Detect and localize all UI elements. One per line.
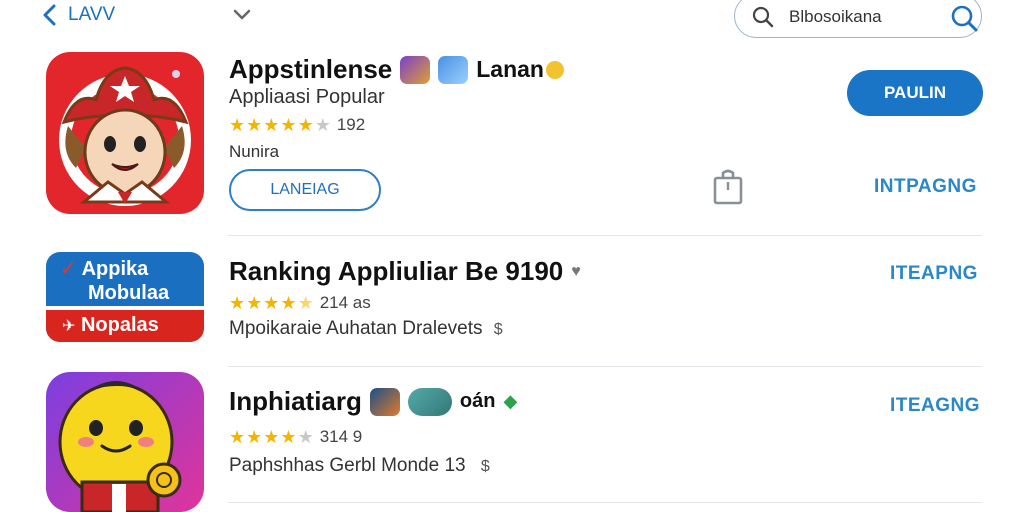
leaf-icon: ◆ bbox=[503, 391, 518, 411]
app-title-text: Appstinlense bbox=[229, 54, 393, 84]
app-title-extra: oán bbox=[459, 390, 496, 412]
star-icon: ★ bbox=[297, 427, 314, 447]
app-title-extra: Lanan bbox=[476, 56, 544, 82]
app-icon-mobulaa[interactable]: ✓ Appika Mobulaa ✈ Nopalas bbox=[46, 252, 204, 342]
rating-count: 214 as bbox=[319, 293, 371, 312]
cowboy-icon bbox=[59, 66, 191, 206]
currency-icon: $ bbox=[480, 458, 490, 475]
star-icon: ★ bbox=[297, 115, 314, 135]
back-button[interactable]: LAVV bbox=[40, 4, 115, 26]
tool-badge-icon bbox=[369, 387, 400, 416]
app-meta: Mpoikaraie Auhatan Dralevets $ bbox=[229, 318, 503, 340]
star-icon: ★ bbox=[229, 115, 246, 135]
app-icon-cowboy[interactable] bbox=[46, 52, 204, 214]
star-icon: ★ bbox=[229, 427, 246, 447]
star-icon: ★ bbox=[263, 293, 280, 313]
icon-separator bbox=[46, 306, 204, 310]
chevron-left-icon bbox=[43, 4, 56, 26]
action-link[interactable]: INTPAGNG bbox=[874, 176, 977, 198]
heart-icon: ♥ bbox=[571, 262, 581, 280]
app-title[interactable]: Ranking Appliuliar Be 9190 ♥ bbox=[229, 256, 581, 287]
star-icon: ★ bbox=[246, 293, 263, 313]
app-meta-text: Paphshhas Gerbl Monde 13 bbox=[229, 455, 466, 476]
currency-icon: $ bbox=[493, 321, 503, 338]
icon-line-2: Mobulaa bbox=[88, 282, 170, 304]
divider bbox=[228, 366, 982, 367]
app-rating: ★ ★ ★ ★ ★ ★ 192 bbox=[229, 115, 365, 135]
blue-badge-icon bbox=[438, 55, 469, 84]
star-icon: ★ bbox=[246, 427, 263, 447]
chevron-down-icon[interactable] bbox=[232, 8, 252, 22]
app-title[interactable]: Appstinlense Lanan bbox=[229, 54, 564, 85]
star-icon: ★ bbox=[297, 293, 314, 313]
star-icon: ★ bbox=[263, 115, 280, 135]
search-input[interactable]: Blbosoikana bbox=[789, 7, 882, 27]
purple-badge-icon bbox=[400, 55, 431, 84]
rating-count: 192 bbox=[336, 115, 366, 134]
mascot-icon bbox=[58, 381, 182, 512]
app-title-text: Inphiatiarg bbox=[229, 386, 362, 416]
app-meta: Paphshhas Gerbl Monde 13 $ bbox=[229, 455, 490, 477]
app-title[interactable]: Inphiatiarg oán ◆ bbox=[229, 386, 517, 417]
divider bbox=[228, 502, 982, 503]
star-icon: ★ bbox=[229, 293, 246, 313]
open-button[interactable]: LANEIAG bbox=[229, 169, 381, 211]
action-link[interactable]: ITEAGNG bbox=[890, 395, 980, 417]
star-icon: ★ bbox=[280, 293, 297, 313]
app-rating: ★ ★ ★ ★ ★ 214 as bbox=[229, 293, 371, 313]
icon-footer: ✈ Nopalas bbox=[62, 314, 159, 336]
search-field[interactable]: Blbosoikana bbox=[734, 0, 982, 38]
get-button[interactable]: PAULIN bbox=[847, 70, 983, 116]
app-icon-mascot[interactable] bbox=[46, 372, 204, 512]
divider bbox=[228, 235, 982, 236]
app-meta-text: Mpoikaraie Auhatan Dralevets bbox=[229, 318, 483, 339]
shopping-bag-icon[interactable] bbox=[712, 168, 744, 206]
search-submit-icon[interactable] bbox=[949, 3, 979, 33]
toggle-badge-icon bbox=[407, 387, 452, 416]
star-icon: ★ bbox=[314, 115, 331, 135]
star-icon: ★ bbox=[280, 115, 297, 135]
star-icon: ★ bbox=[263, 427, 280, 447]
app-rating: ★ ★ ★ ★ ★ 314 9 bbox=[229, 427, 362, 447]
star-rating: ★ ★ ★ ★ ★ bbox=[229, 428, 314, 446]
top-bar: LAVV Blbosoikana bbox=[0, 0, 1024, 38]
icon-line-1: Appika bbox=[81, 258, 149, 280]
star-icon: ★ bbox=[280, 427, 297, 447]
app-meta: Nunira bbox=[229, 142, 280, 161]
star-rating: ★ ★ ★ ★ ★ ★ bbox=[229, 116, 331, 134]
star-rating: ★ ★ ★ ★ ★ bbox=[229, 294, 314, 312]
icon-title: ✓ Appika bbox=[60, 258, 149, 280]
emoji-icon bbox=[545, 60, 564, 79]
app-title-text: Ranking Appliuliar Be 9190 bbox=[229, 256, 564, 286]
app-subtitle: Appliaasi Popular bbox=[229, 86, 385, 108]
search-icon bbox=[752, 6, 774, 28]
star-icon: ★ bbox=[246, 115, 263, 135]
back-label: LAVV bbox=[68, 4, 116, 25]
rating-count: 314 9 bbox=[319, 427, 363, 446]
icon-line-3: Nopalas bbox=[80, 314, 159, 336]
action-link[interactable]: ITEAPNG bbox=[890, 263, 978, 285]
